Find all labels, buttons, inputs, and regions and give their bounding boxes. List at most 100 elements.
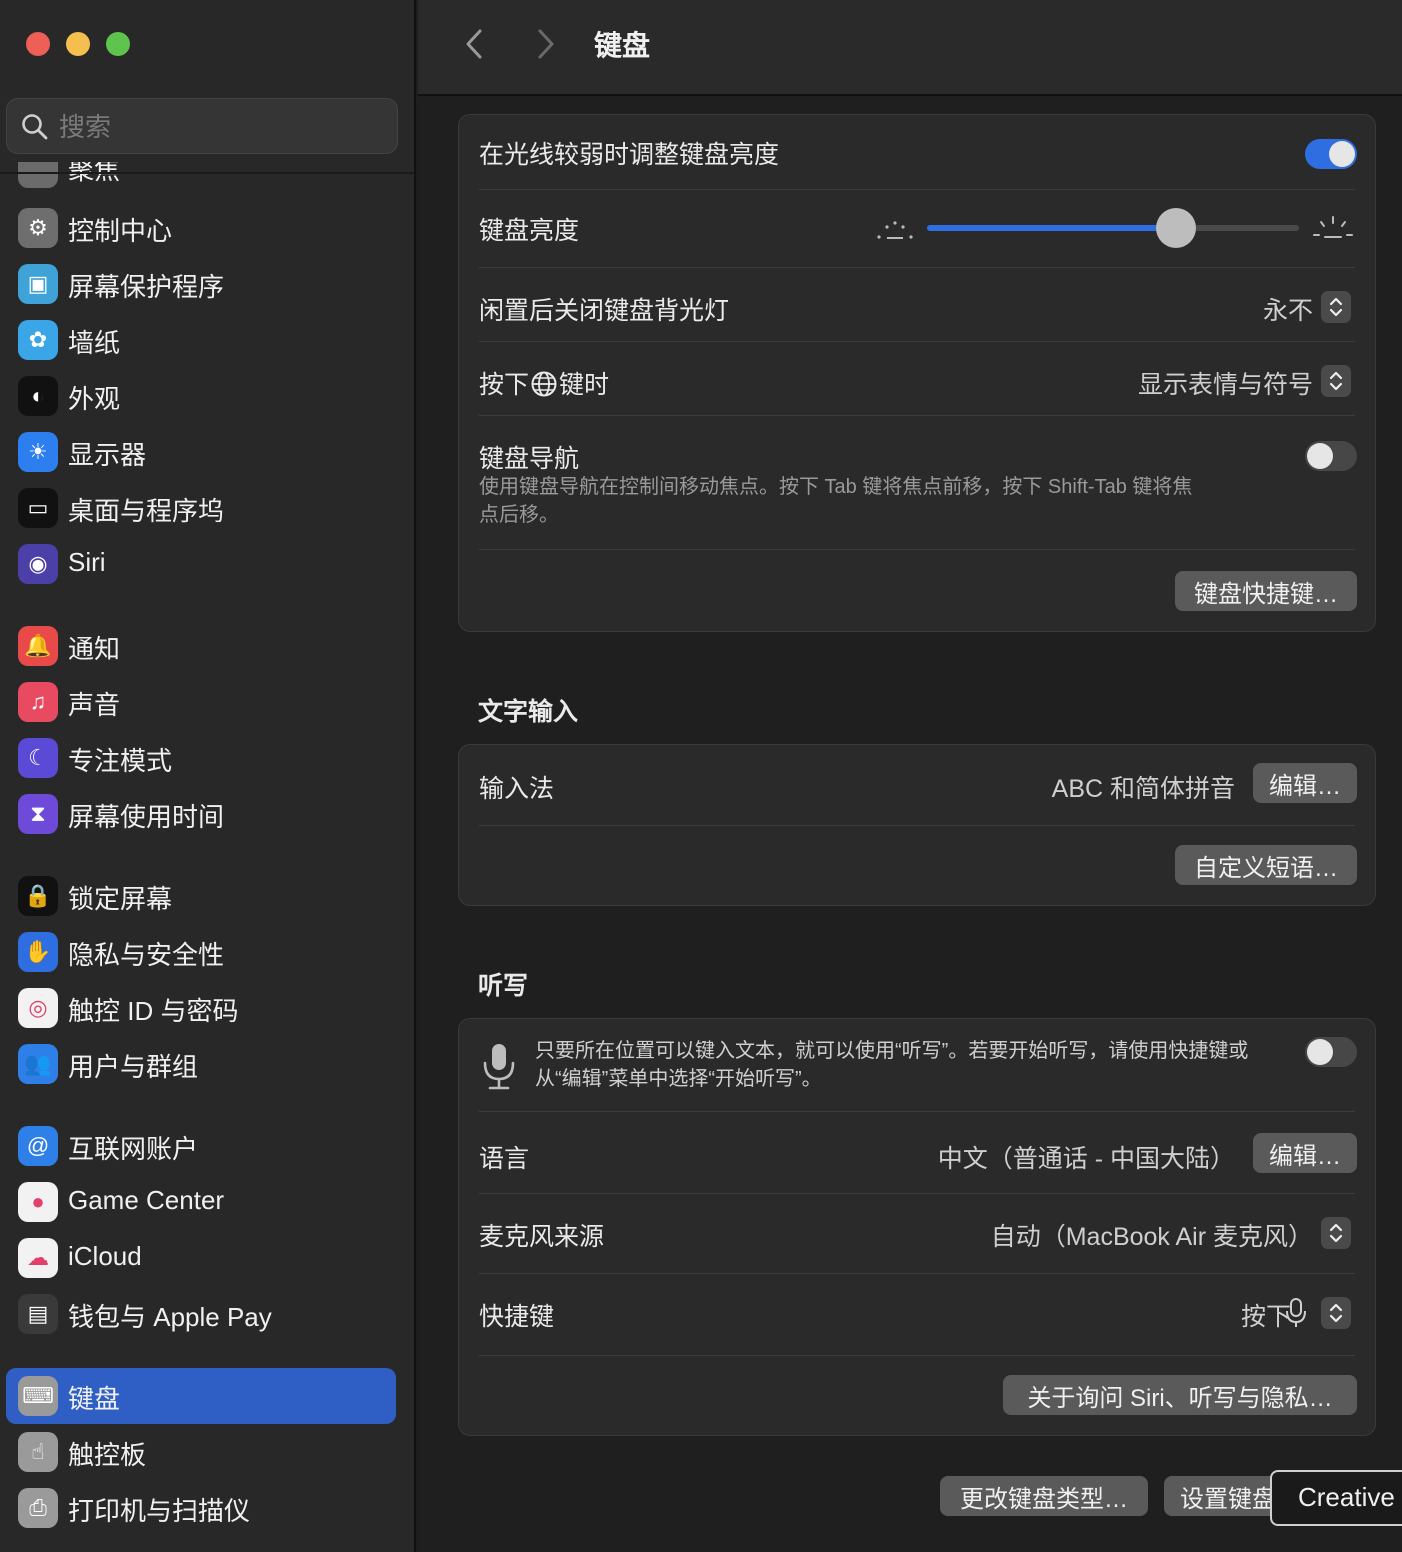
microphone-icon	[483, 1044, 515, 1090]
sidebar-item-wallpaper[interactable]: ✿ 墙纸	[6, 312, 396, 368]
sidebar-item-appearance[interactable]: ◐ 外观	[6, 368, 396, 424]
sidebar-item-screensaver[interactable]: ▣ 屏幕保护程序	[6, 256, 396, 312]
sidebar-item-label: 打印机与扫描仪	[68, 1496, 251, 1526]
dictation-description: 只要所在位置可以键入文本，就可以使用“听写”。若要开始听写，请使用快捷键或从“编…	[535, 1040, 1249, 1090]
wallpaper-icon: ✿	[18, 320, 58, 360]
sidebar-item-label: 显示器	[68, 440, 147, 470]
sidebar: 聚焦 ⚙ 控制中心 ▣ 屏幕保护程序 ✿ 墙纸 ◐ 外观 ☀ 显示器 ▭ 桌面与程序坞 ◉ Siri 🔔 通知…	[0, 0, 416, 1552]
forward-button[interactable]	[526, 24, 566, 64]
game-center-icon: ●	[18, 1182, 58, 1222]
sidebar-item-privacy[interactable]: ✋ 隐私与安全性	[6, 924, 396, 980]
up-down-chevron-icon	[1329, 297, 1343, 317]
siri-icon: ◉	[18, 544, 58, 584]
sidebar-item-label: 墙纸	[68, 328, 121, 358]
sidebar-item-printer[interactable]: ⎙ 打印机与扫描仪	[6, 1480, 396, 1536]
sidebar-item-label: 通知	[68, 634, 121, 664]
search-field[interactable]	[6, 98, 398, 154]
search-icon	[22, 114, 48, 140]
sidebar-item-internet-accounts[interactable]: @ 互联网账户	[6, 1118, 396, 1174]
sidebar-item-touch-id[interactable]: ◎ 触控 ID 与密码	[6, 980, 396, 1036]
screensaver-icon: ▣	[18, 264, 58, 304]
brightness-label: 键盘亮度	[479, 217, 580, 245]
internet-accounts-icon: @	[18, 1126, 58, 1166]
dictation-toggle[interactable]	[1305, 1037, 1357, 1067]
search-input[interactable]	[59, 107, 379, 147]
mic-source-popup[interactable]	[1321, 1217, 1351, 1249]
mic-source-label: 麦克风来源	[479, 1223, 605, 1251]
trackpad-icon: ☝	[18, 1432, 58, 1472]
sidebar-item-sound[interactable]: ♫ 声音	[6, 674, 396, 730]
adjust-brightness-label: 在光线较弱时调整键盘亮度	[479, 141, 780, 169]
dictation-language-edit-button[interactable]: 编辑…	[1253, 1133, 1357, 1173]
input-sources-value: ABC 和简体拼音	[1051, 775, 1235, 803]
sidebar-item-label: 触控板	[68, 1440, 147, 1470]
sidebar-item-lock-screen[interactable]: 🔒 锁定屏幕	[6, 868, 396, 924]
sidebar-item-label: 专注模式	[68, 746, 173, 776]
sidebar-item-control-center[interactable]: ⚙ 控制中心	[6, 200, 396, 256]
privacy-icon: ✋	[18, 932, 58, 972]
sidebar-item-notifications[interactable]: 🔔 通知	[6, 618, 396, 674]
displays-icon: ☀	[18, 432, 58, 472]
sidebar-item-icloud[interactable]: ☁ iCloud	[6, 1230, 396, 1286]
lock-screen-icon: 🔒	[18, 876, 58, 916]
brightness-slider[interactable]	[927, 208, 1299, 248]
sidebar-item-keyboard[interactable]: ⌨ 键盘	[6, 1368, 396, 1424]
text-replacements-button[interactable]: 自定义短语…	[1175, 845, 1357, 885]
siri-dictation-privacy-button[interactable]: 关于询问 Siri、听写与隐私…	[1003, 1375, 1357, 1415]
sidebar-item-users[interactable]: 👥 用户与群组	[6, 1036, 396, 1092]
control-center-icon: ⚙	[18, 208, 58, 248]
sidebar-item-spotlight-partial[interactable]: 聚焦	[18, 162, 218, 192]
back-button[interactable]	[454, 24, 494, 64]
page-title: 键盘	[594, 30, 651, 61]
up-down-chevron-icon	[1329, 371, 1343, 391]
sidebar-item-label: 锁定屏幕	[68, 884, 173, 914]
keyboard-nav-toggle[interactable]	[1305, 441, 1357, 471]
toolbar: 键盘	[418, 0, 1402, 96]
chevron-left-icon	[466, 29, 482, 59]
change-keyboard-type-button[interactable]: 更改键盘类型…	[940, 1476, 1148, 1516]
sidebar-item-label: 用户与群组	[68, 1052, 199, 1082]
keyboard-nav-label: 键盘导航	[479, 445, 580, 473]
sidebar-item-label: 屏幕使用时间	[68, 802, 225, 832]
sidebar-item-siri[interactable]: ◉ Siri	[6, 536, 396, 592]
backlight-off-popup[interactable]	[1321, 291, 1351, 323]
dock-icon: ▭	[18, 488, 58, 528]
zoom-button[interactable]	[106, 32, 130, 56]
main-content: 在光线较弱时调整键盘亮度 键盘亮度 闲置后关闭键盘背光灯 永不 按下 键时 显示表…	[418, 98, 1402, 1552]
focus-icon: ☾	[18, 738, 58, 778]
adjust-brightness-toggle[interactable]	[1305, 139, 1357, 169]
sidebar-item-game-center[interactable]: ● Game Center	[6, 1174, 396, 1230]
globe-icon	[531, 371, 557, 397]
printer-icon: ⎙	[18, 1488, 58, 1528]
dictation-shortcut-popup[interactable]	[1321, 1297, 1351, 1329]
sidebar-item-label: 互联网账户	[68, 1134, 199, 1164]
spotlight-icon	[18, 162, 58, 188]
sidebar-item-label: 控制中心	[68, 216, 173, 246]
sidebar-item-label: 声音	[68, 690, 121, 720]
sidebar-item-label: 钱包与 Apple Pay	[68, 1302, 272, 1332]
sidebar-item-screen-time[interactable]: ⧗ 屏幕使用时间	[6, 786, 396, 842]
sidebar-item-focus[interactable]: ☾ 专注模式	[6, 730, 396, 786]
sidebar-item-dock[interactable]: ▭ 桌面与程序坞	[6, 480, 396, 536]
keyboard-nav-description: 使用键盘导航在控制间移动焦点。按下 Tab 键将焦点前移，按下 Shift-Ta…	[479, 476, 1193, 526]
keyboard-icon: ⌨	[18, 1376, 58, 1416]
backlight-off-value: 永不	[1262, 297, 1313, 325]
close-button[interactable]	[26, 32, 50, 56]
sidebar-item-label: 键盘	[68, 1384, 121, 1414]
notifications-icon: 🔔	[18, 626, 58, 666]
minimize-button[interactable]	[66, 32, 90, 56]
sidebar-item-trackpad[interactable]: ☝ 触控板	[6, 1424, 396, 1480]
sound-icon: ♫	[18, 682, 58, 722]
sidebar-item-displays[interactable]: ☀ 显示器	[6, 424, 396, 480]
backlight-off-label: 闲置后关闭键盘背光灯	[479, 297, 730, 325]
up-down-chevron-icon	[1329, 1303, 1343, 1323]
press-key-value: 显示表情与符号	[1137, 371, 1313, 399]
sidebar-item-wallet[interactable]: ▤ 钱包与 Apple Pay	[6, 1286, 396, 1342]
users-icon: 👥	[18, 1044, 58, 1084]
press-key-popup[interactable]	[1321, 365, 1351, 397]
input-sources-edit-button[interactable]: 编辑…	[1253, 763, 1357, 803]
keyboard-shortcuts-button[interactable]: 键盘快捷键…	[1175, 571, 1357, 611]
brightness-slider-knob[interactable]	[1156, 208, 1197, 248]
sidebar-item-label: 外观	[68, 384, 121, 414]
sidebar-item-label: iCloud	[68, 1241, 142, 1271]
